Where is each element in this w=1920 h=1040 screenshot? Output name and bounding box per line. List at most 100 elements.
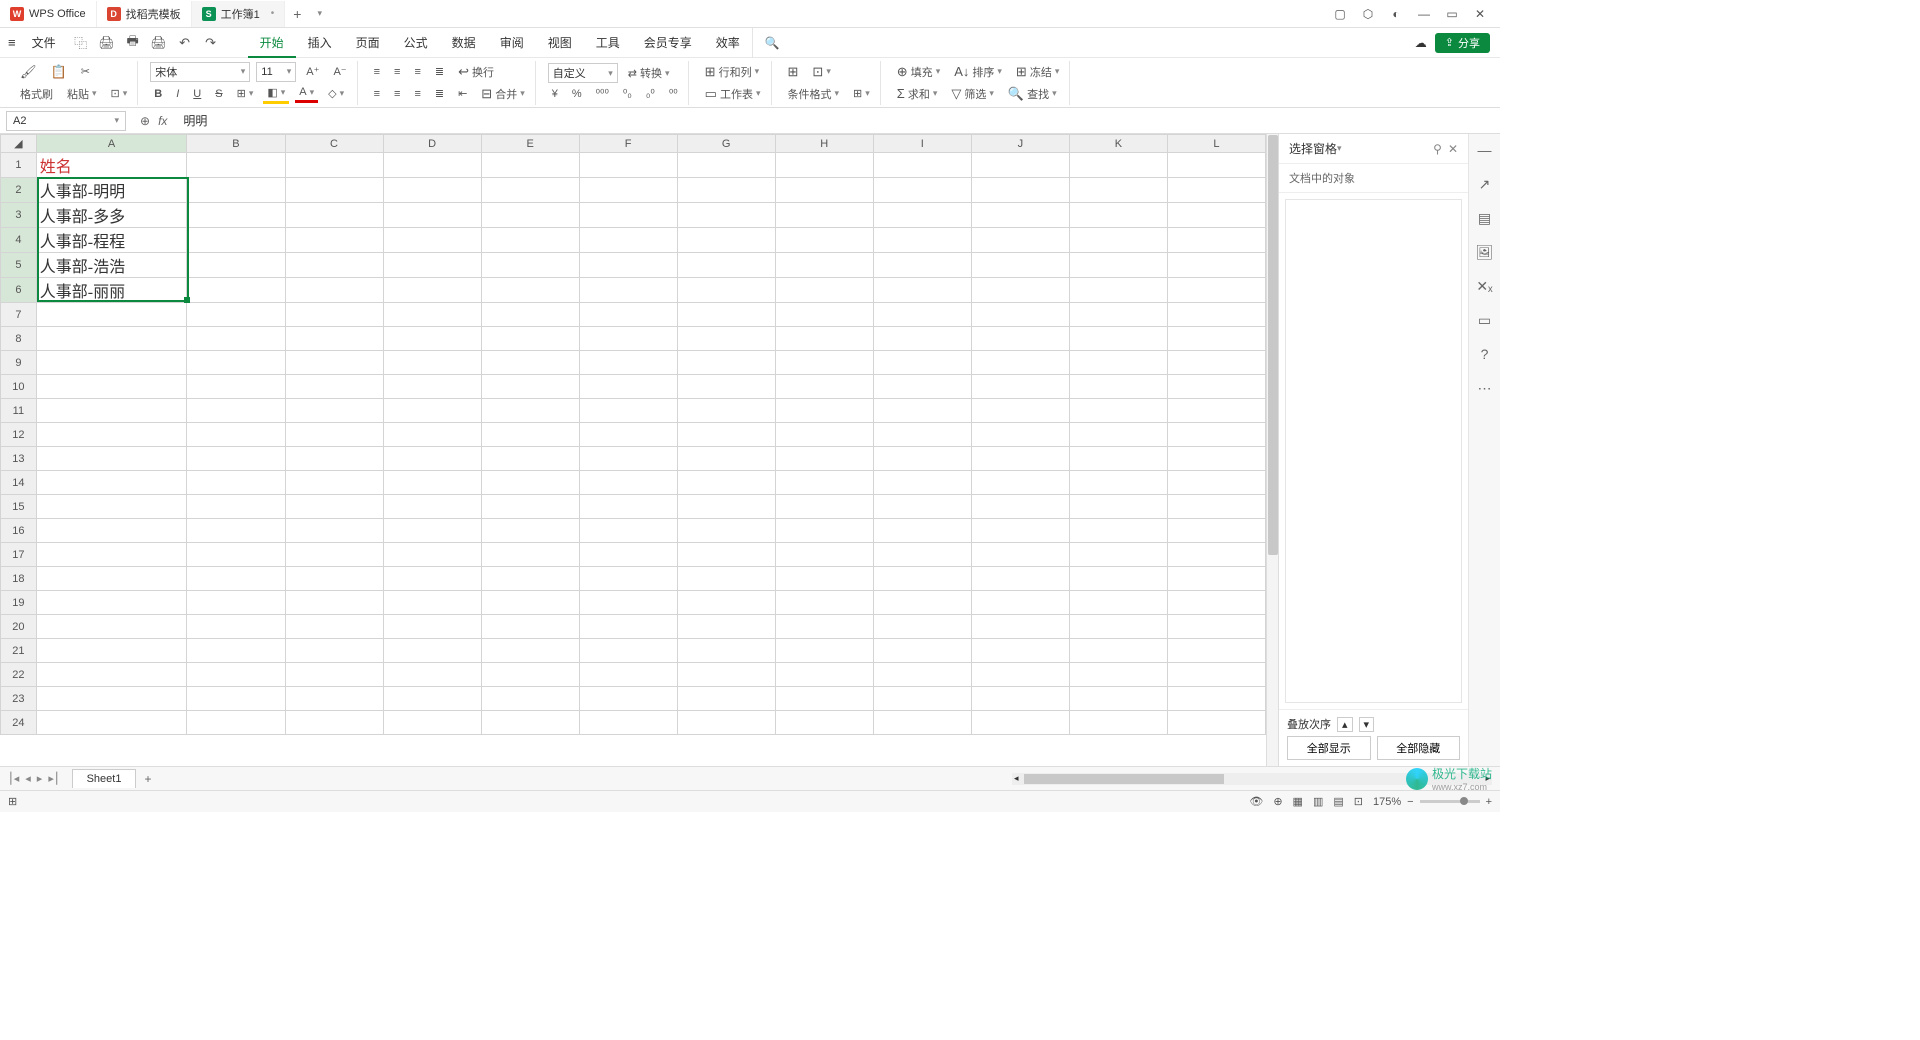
cell-H12[interactable] (775, 423, 873, 447)
cell-C14[interactable] (285, 471, 383, 495)
tab-page[interactable]: 页面 (344, 28, 392, 58)
row-header-10[interactable]: 10 (1, 375, 37, 399)
increase-font-button[interactable]: A⁺ (302, 63, 323, 80)
cell-G15[interactable] (677, 495, 775, 519)
sort-button[interactable]: A↓排序▾ (950, 62, 1006, 82)
clipboard-more[interactable]: ⊡▾ (107, 85, 132, 102)
cell-L16[interactable] (1167, 519, 1265, 543)
cell-C23[interactable] (285, 687, 383, 711)
cell-B15[interactable] (187, 495, 285, 519)
cell-A10[interactable] (36, 375, 187, 399)
cell-C1[interactable] (285, 153, 383, 178)
row-header-5[interactable]: 5 (1, 253, 37, 278)
cell-G12[interactable] (677, 423, 775, 447)
cell-J23[interactable] (971, 687, 1069, 711)
qat-save-icon[interactable]: ⿻ (72, 34, 90, 52)
cell-K17[interactable] (1069, 543, 1167, 567)
cell-G13[interactable] (677, 447, 775, 471)
tab-insert[interactable]: 插入 (296, 28, 344, 58)
row-header-7[interactable]: 7 (1, 303, 37, 327)
cell-C8[interactable] (285, 327, 383, 351)
cell-E7[interactable] (481, 303, 579, 327)
cell-F8[interactable] (579, 327, 677, 351)
col-header-F[interactable]: F (579, 135, 677, 153)
cell-C18[interactable] (285, 567, 383, 591)
cell-E9[interactable] (481, 351, 579, 375)
cell-L19[interactable] (1167, 591, 1265, 615)
row-header-9[interactable]: 9 (1, 351, 37, 375)
cell-F2[interactable] (579, 178, 677, 203)
cell-E8[interactable] (481, 327, 579, 351)
cell-K21[interactable] (1069, 639, 1167, 663)
cell-D12[interactable] (383, 423, 481, 447)
cell-G5[interactable] (677, 253, 775, 278)
cell-K13[interactable] (1069, 447, 1167, 471)
cell-E24[interactable] (481, 711, 579, 735)
rail-select-icon[interactable]: ↗ (1475, 174, 1495, 194)
cell-G7[interactable] (677, 303, 775, 327)
cell-E15[interactable] (481, 495, 579, 519)
tab-member[interactable]: 会员专享 (632, 28, 704, 58)
close-icon[interactable]: • (271, 8, 275, 19)
cell-K4[interactable] (1069, 228, 1167, 253)
cell-J13[interactable] (971, 447, 1069, 471)
cell-A15[interactable] (36, 495, 187, 519)
row-header-23[interactable]: 23 (1, 687, 37, 711)
row-header-6[interactable]: 6 (1, 278, 37, 303)
cell-A17[interactable] (36, 543, 187, 567)
cell-K24[interactable] (1069, 711, 1167, 735)
cell-D18[interactable] (383, 567, 481, 591)
cell-G10[interactable] (677, 375, 775, 399)
cell-G21[interactable] (677, 639, 775, 663)
expand-icon[interactable]: ⊕ (140, 114, 150, 128)
cell-A8[interactable] (36, 327, 187, 351)
cell-H16[interactable] (775, 519, 873, 543)
cell-G8[interactable] (677, 327, 775, 351)
align-justify-button[interactable]: ≣ (431, 85, 448, 102)
cell-I7[interactable] (873, 303, 971, 327)
align-center-button[interactable]: ≡ (390, 86, 404, 102)
cell-H24[interactable] (775, 711, 873, 735)
cell-D20[interactable] (383, 615, 481, 639)
cell-A13[interactable] (36, 447, 187, 471)
align-left-button[interactable]: ≡ (370, 86, 384, 102)
cell-F22[interactable] (579, 663, 677, 687)
cell-F20[interactable] (579, 615, 677, 639)
table-style-button[interactable]: ⊞ (784, 62, 803, 82)
send-backward-button[interactable]: ▾ (1359, 717, 1375, 732)
tab-home[interactable]: 开始 (248, 28, 296, 58)
clear-format-button[interactable]: ◇▾ (324, 85, 348, 102)
indent-button[interactable]: ⇤ (454, 85, 471, 102)
cell-I4[interactable] (873, 228, 971, 253)
cell-D7[interactable] (383, 303, 481, 327)
add-sheet-button[interactable]: + (136, 772, 159, 786)
cell-I18[interactable] (873, 567, 971, 591)
cell-J17[interactable] (971, 543, 1069, 567)
cell-C22[interactable] (285, 663, 383, 687)
cell-F17[interactable] (579, 543, 677, 567)
cell-D8[interactable] (383, 327, 481, 351)
rail-help-icon[interactable]: ? (1475, 344, 1495, 364)
cell-J14[interactable] (971, 471, 1069, 495)
cell-I22[interactable] (873, 663, 971, 687)
cell-D10[interactable] (383, 375, 481, 399)
cell-H6[interactable] (775, 278, 873, 303)
cell-L12[interactable] (1167, 423, 1265, 447)
cell-C17[interactable] (285, 543, 383, 567)
cell-E2[interactable] (481, 178, 579, 203)
row-header-16[interactable]: 16 (1, 519, 37, 543)
cell-H21[interactable] (775, 639, 873, 663)
qat-print2-icon[interactable]: 🖨 (150, 34, 168, 52)
cell-B18[interactable] (187, 567, 285, 591)
cell-L22[interactable] (1167, 663, 1265, 687)
cell-F11[interactable] (579, 399, 677, 423)
cell-F3[interactable] (579, 203, 677, 228)
underline-button[interactable]: U (189, 86, 205, 102)
cell-A4[interactable]: 人事部-程程 (36, 228, 187, 253)
cell-K3[interactable] (1069, 203, 1167, 228)
cell-C24[interactable] (285, 711, 383, 735)
sheet-tab-sheet1[interactable]: Sheet1 (72, 769, 137, 788)
hamburger-icon[interactable]: ≡ (0, 35, 24, 50)
cell-E22[interactable] (481, 663, 579, 687)
cell-B24[interactable] (187, 711, 285, 735)
